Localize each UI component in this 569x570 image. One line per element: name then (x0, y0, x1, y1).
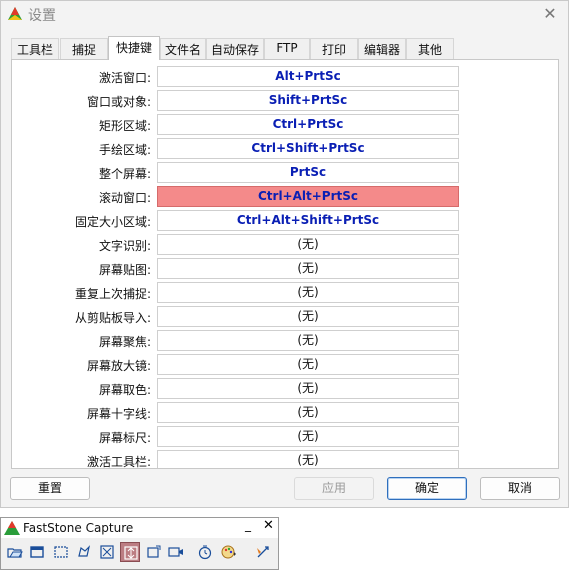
hotkey-field[interactable]: (无) (157, 234, 459, 255)
hotkey-field[interactable]: (无) (157, 282, 459, 303)
capture-tools (3, 542, 277, 564)
reset-button[interactable]: 重置 (10, 477, 90, 500)
hotkey-row: 激活工具栏: (无) (12, 449, 558, 468)
tab-label: 文件名 (164, 43, 201, 57)
faststone-toolbar: FastStone Capture _ ✕ (0, 517, 279, 570)
minimize-icon[interactable]: _ (245, 518, 257, 532)
hotkey-field[interactable]: (无) (157, 354, 459, 375)
tab-filename[interactable]: 文件名 (160, 38, 206, 59)
tab-toolbar[interactable]: 工具栏 (11, 38, 59, 59)
tab-other[interactable]: 其他 (406, 38, 454, 59)
hotkey-row: 屏幕十字线: (无) (12, 401, 558, 425)
hotkey-row: 矩形区域: Ctrl+PrtSc (12, 113, 558, 137)
hotkey-field[interactable]: (无) (157, 306, 459, 327)
hotkey-label: 屏幕取色: (98, 383, 151, 397)
hotkey-label: 重复上次捕捉: (74, 287, 151, 301)
hotkey-row: 屏幕聚焦: (无) (12, 329, 558, 353)
capture-fixed-region-icon[interactable] (144, 542, 164, 562)
delay-timer-icon[interactable] (195, 542, 215, 562)
hotkey-field[interactable]: PrtSc (157, 162, 459, 183)
hotkey-label: 屏幕聚焦: (98, 335, 151, 349)
hotkey-row: 屏幕标尺: (无) (12, 425, 558, 449)
tab-print[interactable]: 打印 (310, 38, 358, 59)
hotkey-label: 屏幕贴图: (98, 263, 151, 277)
hotkey-row: 固定大小区域: Ctrl+Alt+Shift+PrtSc (12, 209, 558, 233)
tab-editor[interactable]: 编辑器 (358, 38, 406, 59)
hotkeys-panel: 激活窗口: Alt+PrtSc 窗口或对象: Shift+PrtSc 矩形区域: Ctrl… (11, 59, 559, 469)
hotkey-field[interactable]: (无) (157, 402, 459, 423)
tab-label: 快捷键 (115, 41, 152, 55)
hotkey-field[interactable]: (无) (157, 450, 459, 468)
close-icon[interactable]: ✕ (540, 4, 560, 24)
hotkey-label: 屏幕放大镜: (86, 359, 151, 373)
tab-capture[interactable]: 捕捉 (60, 38, 108, 59)
tab-hotkeys[interactable]: 快捷键 (108, 36, 160, 60)
hotkey-field[interactable]: Ctrl+Alt+PrtSc (157, 186, 459, 207)
title-bar: 设置 ✕ (1, 1, 568, 29)
hotkey-field[interactable]: Ctrl+PrtSc (157, 114, 459, 135)
capture-rectangle-icon[interactable] (51, 542, 71, 562)
hotkey-row: 激活窗口: Alt+PrtSc (12, 65, 558, 89)
open-icon[interactable] (5, 542, 25, 562)
tab-label: 捕捉 (71, 43, 96, 57)
hotkey-label: 固定大小区域: (74, 215, 151, 229)
faststone-title-bar: FastStone Capture _ ✕ (1, 518, 278, 538)
capture-freehand-icon[interactable] (74, 542, 94, 562)
capture-window-icon[interactable] (27, 542, 47, 562)
hotkey-field[interactable]: Shift+PrtSc (157, 90, 459, 111)
tab-label: 工具栏 (16, 43, 53, 57)
hotkey-label: 文字识别: (98, 239, 151, 253)
tab-label: FTP (276, 41, 298, 55)
capture-scrolling-icon[interactable] (120, 542, 140, 562)
cancel-button[interactable]: 取消 (480, 477, 560, 500)
settings-dialog: 设置 ✕ 工具栏 捕捉 快捷键 文件名 自动保存 FTP 打印 编辑器 其他 激… (0, 0, 569, 508)
screen-recorder-icon[interactable] (166, 542, 186, 562)
app-logo-icon (8, 7, 22, 20)
hotkey-list[interactable]: 激活窗口: Alt+PrtSc 窗口或对象: Shift+PrtSc 矩形区域: Ctrl… (12, 60, 558, 468)
tab-label: 打印 (321, 43, 346, 57)
hotkey-row: 窗口或对象: Shift+PrtSc (12, 89, 558, 113)
tab-label: 自动保存 (210, 43, 259, 57)
hotkey-field[interactable]: (无) (157, 330, 459, 351)
hotkey-row: 从剪贴板导入: (无) (12, 305, 558, 329)
capture-fullscreen-icon[interactable] (97, 542, 117, 562)
hotkey-row: 屏幕取色: (无) (12, 377, 558, 401)
hotkey-field[interactable]: Alt+PrtSc (157, 66, 459, 87)
hotkey-row: 整个屏幕: PrtSc (12, 161, 558, 185)
apply-button[interactable]: 应用 (294, 477, 374, 500)
tab-bar: 工具栏 捕捉 快捷键 文件名 自动保存 FTP 打印 编辑器 其他 (11, 36, 455, 60)
hotkey-label: 屏幕十字线: (86, 407, 151, 421)
hotkey-field[interactable]: Ctrl+Shift+PrtSc (157, 138, 459, 159)
tab-label: 编辑器 (363, 43, 400, 57)
hotkey-row: 屏幕贴图: (无) (12, 257, 558, 281)
hotkey-label: 从剪贴板导入: (74, 311, 151, 325)
hotkey-label: 激活窗口: (98, 71, 151, 85)
tab-autosave[interactable]: 自动保存 (206, 38, 264, 59)
hotkey-row: 文字识别: (无) (12, 233, 558, 257)
faststone-logo-icon (4, 521, 20, 535)
hotkey-label: 滚动窗口: (98, 191, 151, 205)
close-icon[interactable]: ✕ (263, 518, 275, 533)
hotkey-row: 滚动窗口: Ctrl+Alt+PrtSc (12, 185, 558, 209)
hotkey-label: 激活工具栏: (86, 455, 151, 468)
tab-ftp[interactable]: FTP (264, 38, 310, 59)
hotkey-label: 整个屏幕: (98, 167, 151, 181)
hotkey-row: 手绘区域: Ctrl+Shift+PrtSc (12, 137, 558, 161)
hotkey-field[interactable]: Ctrl+Alt+Shift+PrtSc (157, 210, 459, 231)
output-palette-icon[interactable] (219, 542, 243, 562)
hotkey-row: 重复上次捕捉: (无) (12, 281, 558, 305)
hotkey-label: 矩形区域: (98, 119, 151, 133)
hotkey-field[interactable]: (无) (157, 426, 459, 447)
hotkey-label: 手绘区域: (98, 143, 151, 157)
tab-label: 其他 (417, 43, 442, 57)
window-title: 设置 (28, 8, 56, 24)
hotkey-field[interactable]: (无) (157, 258, 459, 279)
faststone-title: FastStone Capture (23, 521, 134, 535)
hotkey-row: 屏幕放大镜: (无) (12, 353, 558, 377)
hotkey-label: 屏幕标尺: (98, 431, 151, 445)
settings-icon[interactable] (253, 542, 273, 562)
ok-button[interactable]: 确定 (387, 477, 467, 500)
hotkey-field[interactable]: (无) (157, 378, 459, 399)
hotkey-label: 窗口或对象: (86, 95, 151, 109)
